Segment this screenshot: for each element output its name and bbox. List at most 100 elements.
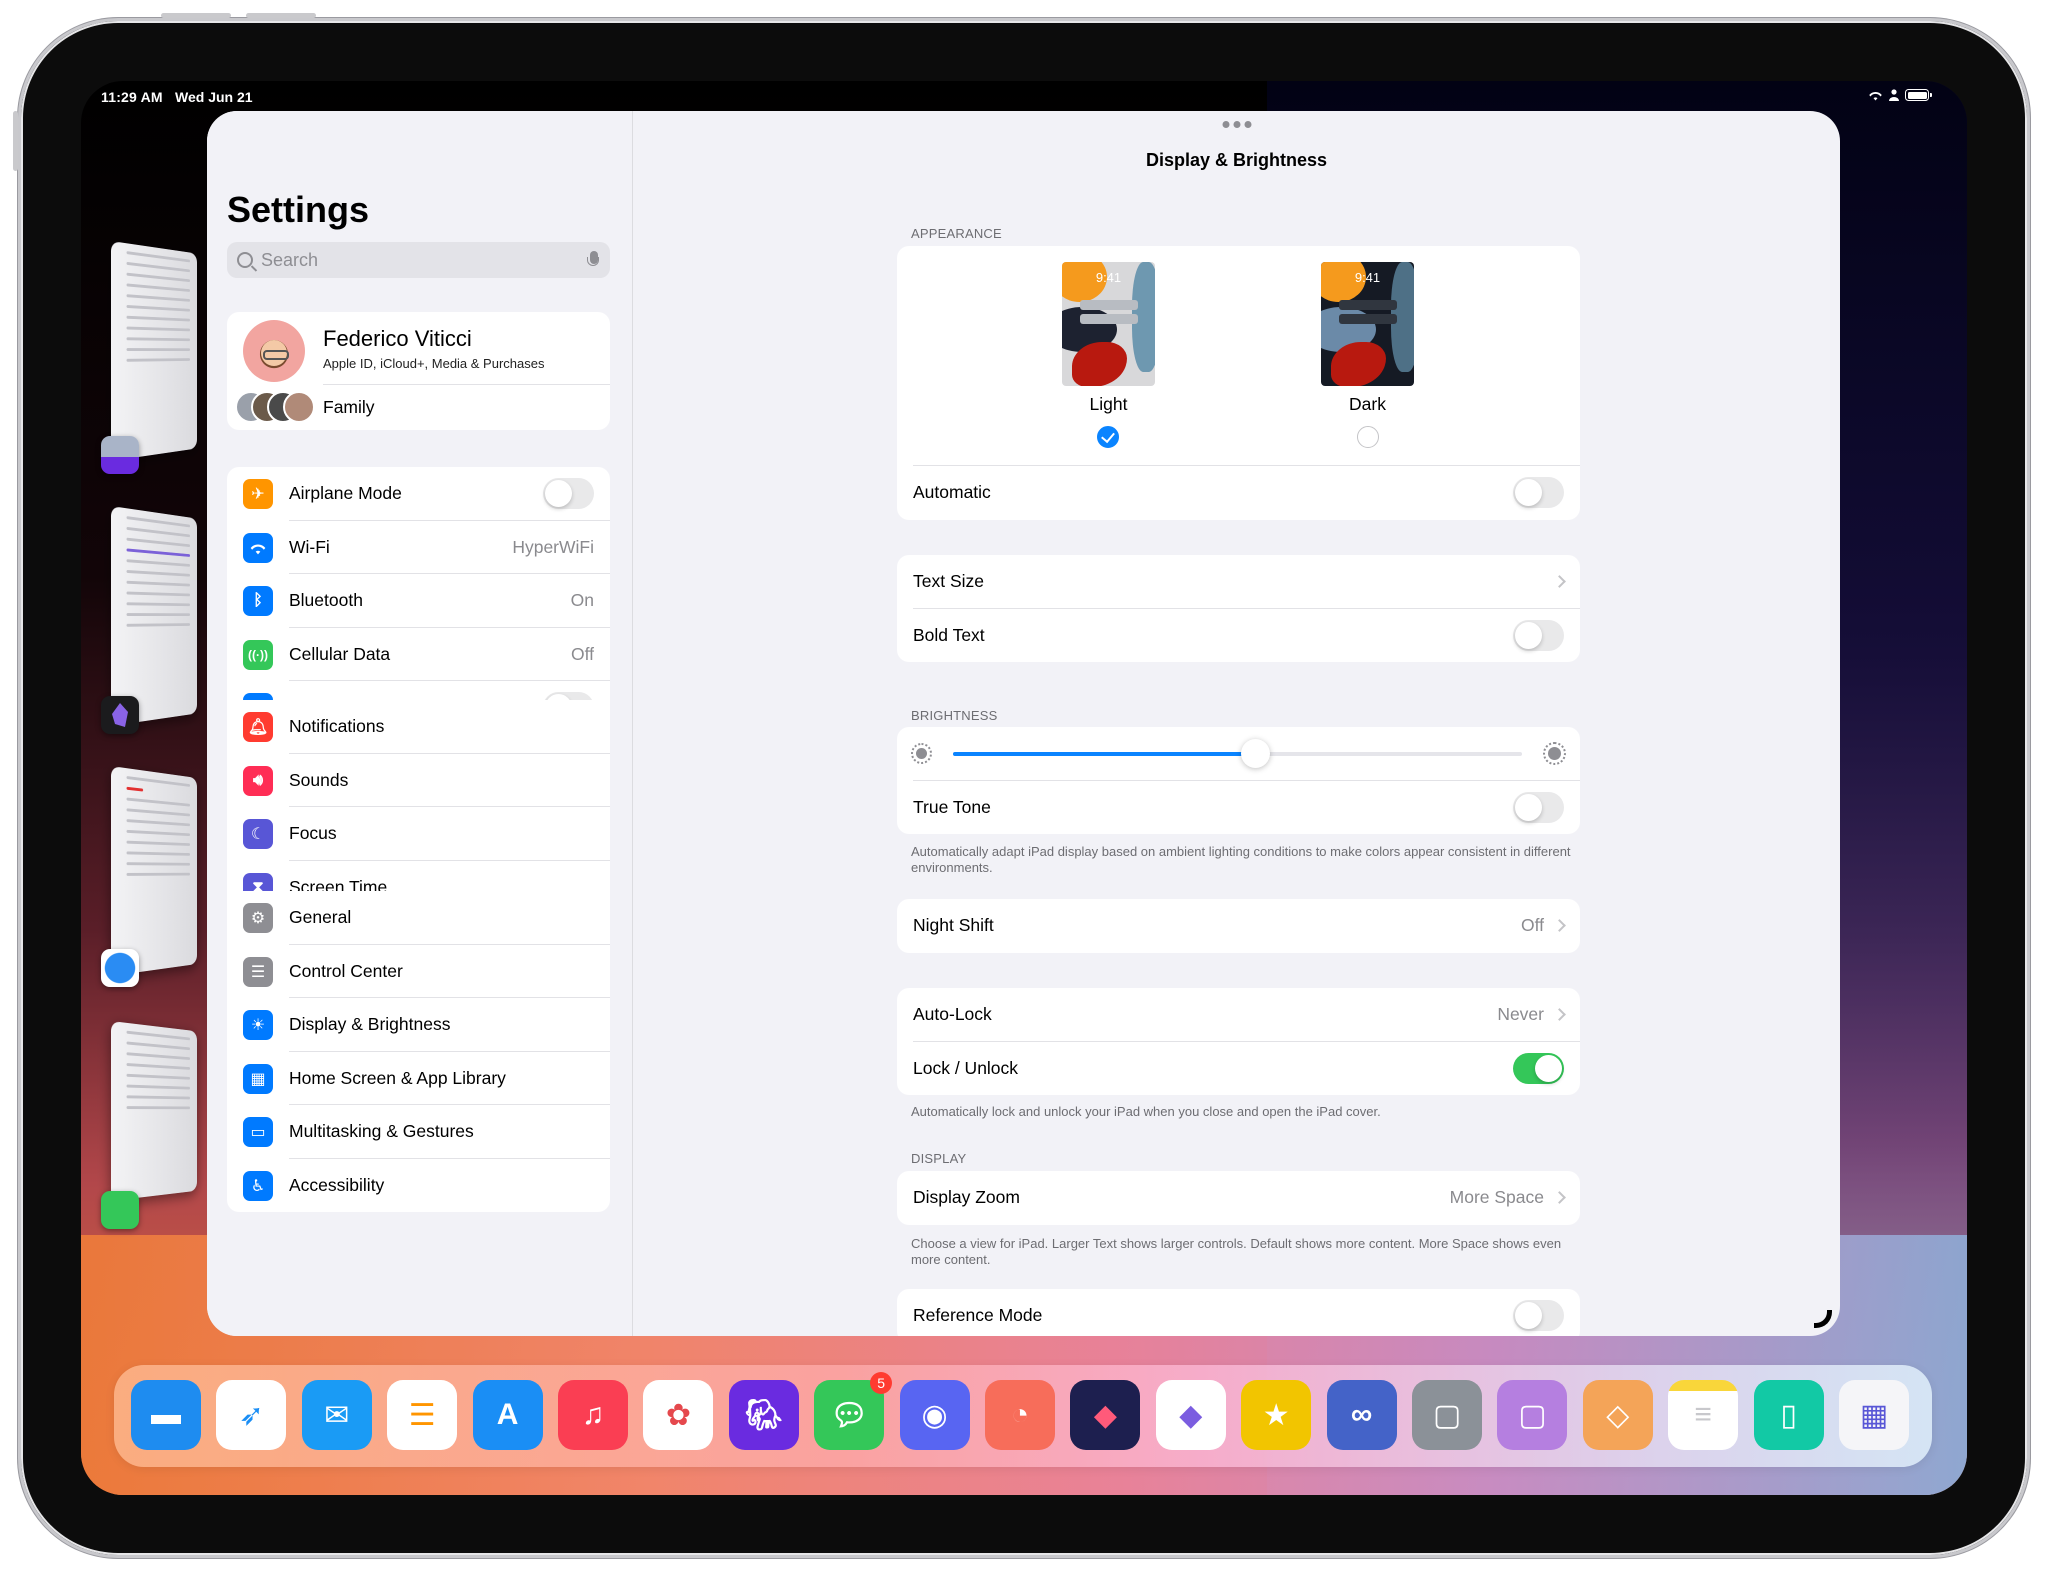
dock-app-display-app[interactable]: ▯ (1753, 1380, 1824, 1450)
crystal-icon[interactable] (101, 696, 139, 734)
dock-app-layers-app[interactable]: ◇ (1582, 1380, 1653, 1450)
section-header-appearance: APPEARANCE (911, 226, 1002, 241)
compass-icon[interactable] (101, 949, 139, 987)
automatic-toggle[interactable] (1513, 477, 1564, 509)
dark-radio[interactable] (1357, 426, 1379, 448)
brightness-card: True Tone (897, 727, 1580, 834)
appearance-card: 9:41 Light 9:41 Dark Automatic (897, 246, 1580, 520)
dock-app-messages[interactable]: 💬︎ (814, 1380, 885, 1450)
text-size-label: Text Size (913, 571, 984, 592)
sidebar-item-accessibility[interactable]: ♿︎ Accessibility (227, 1159, 610, 1213)
dock-app-obsidian[interactable]: ◆ (1155, 1380, 1226, 1450)
lock-card: Auto-Lock Never Lock / Unlock (897, 988, 1580, 1095)
text-size-row[interactable]: Text Size (897, 555, 1580, 609)
light-label: Light (1089, 394, 1128, 414)
app-switcher-card[interactable] (111, 506, 198, 726)
sidebar-item-wifi[interactable]: Wi-Fi HyperWiFi (227, 521, 610, 575)
dock-app-discord[interactable]: ◉ (899, 1380, 970, 1450)
night-shift-row[interactable]: Night Shift Off (897, 899, 1580, 953)
ipad-device: 11:29 AM Wed Jun 21 Settings Search Fede… (13, 13, 2030, 1558)
sidebar-item-general[interactable]: ⚙ General (227, 891, 610, 945)
preview-time: 9:41 (1095, 270, 1122, 285)
dock-app-link-app[interactable]: ∞ (1326, 1380, 1397, 1450)
sidebar-item-bluetooth[interactable]: ᛒ Bluetooth On (227, 574, 610, 628)
display-zoom-row[interactable]: Display Zoom More Space (897, 1171, 1580, 1225)
dock-app-shortcuts[interactable]: ◆ (1070, 1380, 1141, 1450)
brightness-slider[interactable] (953, 752, 1522, 756)
dock-app-notes[interactable]: ≡ (1668, 1380, 1739, 1450)
star-icon: ★ (1262, 1398, 1290, 1432)
dock-app-music[interactable]: ♫ (558, 1380, 628, 1450)
app-switcher-card[interactable] (111, 1021, 198, 1201)
dock-app-timery[interactable]: ◔ (985, 1380, 1055, 1450)
sidebar-item-multitasking[interactable]: ▭ Multitasking & Gestures (227, 1105, 610, 1159)
sidebar-item-airplane-mode[interactable]: ✈ Airplane Mode (227, 467, 610, 521)
dock-app-reminders[interactable]: ☰ (387, 1380, 458, 1450)
auto-lock-row[interactable]: Auto-Lock Never (897, 988, 1580, 1042)
reference-mode-toggle[interactable] (1513, 1300, 1564, 1332)
page-title: Display & Brightness (1145, 150, 1328, 170)
sidebar-item-control-center[interactable]: ☰ Control Center (227, 945, 610, 999)
speech-bubble-icon: 💬︎ (830, 1398, 869, 1432)
speech-bubble-icon[interactable] (101, 1191, 139, 1229)
bold-text-toggle[interactable] (1513, 619, 1564, 651)
sidebar-item-label: Wi-Fi (289, 536, 330, 557)
sidebar-item-sounds[interactable]: 🔊︎ Sounds (227, 754, 610, 808)
dark-mode-preview[interactable]: 9:41 (1321, 262, 1414, 386)
elephant-icon[interactable] (101, 436, 139, 474)
window-resize-handle[interactable] (1814, 1310, 1832, 1328)
light-mode-preview[interactable]: 9:41 (1062, 262, 1155, 386)
appstore-icon: A (496, 1398, 519, 1431)
display-zoom-footnote: Choose a view for iPad. Larger Text show… (911, 1236, 1562, 1267)
gear-icon: ⚙ (243, 903, 273, 933)
wifi-icon (243, 532, 273, 563)
airplane-mode-toggle[interactable] (543, 478, 594, 510)
reference-mode-label: Reference Mode (913, 1305, 1043, 1326)
person-icon (1889, 89, 1899, 101)
search-input[interactable]: Search (227, 242, 610, 278)
family-avatar (283, 391, 315, 423)
music-note-icon: ♫ (581, 1398, 605, 1431)
brightness-slider-knob[interactable] (1240, 739, 1270, 768)
dock-app-photos[interactable]: ✿ (643, 1380, 714, 1450)
accessibility-icon: ♿︎ (243, 1170, 273, 1201)
dock-app-files[interactable]: ▬ (131, 1380, 201, 1450)
family-label: Family (323, 396, 375, 417)
apple-id-row[interactable]: Federico Viticci Apple ID, iCloud+, Medi… (227, 312, 610, 385)
dock-app-mail[interactable]: ✉ (301, 1380, 372, 1450)
sidebar-item-label: Sounds (289, 769, 349, 790)
automatic-row: Automatic (897, 466, 1580, 520)
dock-app-safari[interactable]: ➶ (216, 1380, 287, 1450)
family-row[interactable]: Family (227, 384, 610, 430)
dock-app-screens[interactable]: ▢ (1412, 1380, 1482, 1450)
microphone-icon[interactable] (587, 251, 599, 266)
dock-app-app-store[interactable]: A (472, 1380, 543, 1450)
sidebar-item-display-brightness[interactable]: ☀ Display & Brightness (227, 998, 610, 1052)
dock-app-ivory[interactable]: 🐘︎ (728, 1380, 799, 1450)
true-tone-toggle[interactable] (1513, 791, 1564, 823)
multitasking-icon: ▭ (243, 1117, 273, 1147)
display-zoom-value: More Space (1449, 1187, 1544, 1208)
app-switcher-card[interactable] (111, 241, 198, 461)
sidebar-item-notifications[interactable]: 🔔︎ Notifications (227, 700, 610, 754)
night-shift-label: Night Shift (913, 915, 994, 936)
dock-app-app-library[interactable]: ▦ (1839, 1380, 1909, 1450)
sidebar-item-home-screen[interactable]: ▦ Home Screen & App Library (227, 1052, 610, 1106)
dark-label: Dark (1349, 394, 1386, 414)
notes-icon: ≡ (1694, 1398, 1712, 1431)
shortcuts-icon: ◆ (1093, 1398, 1117, 1432)
sidebar-item-focus[interactable]: ☾ Focus (227, 807, 610, 861)
lock-unlock-toggle[interactable] (1513, 1052, 1564, 1084)
dock-app-screen-app[interactable]: ▢ (1497, 1380, 1568, 1450)
dock-app-goodlinks[interactable]: ★ (1241, 1380, 1312, 1450)
sidebar-title: Settings (227, 189, 370, 230)
light-radio[interactable] (1097, 426, 1119, 448)
multitasking-menu-button[interactable] (1222, 121, 1251, 128)
profile-name: Federico Viticci (323, 326, 472, 351)
sidebar-item-cellular-data[interactable]: ((·)) Cellular Data Off (227, 628, 610, 682)
wifi-value: HyperWiFi (512, 536, 594, 557)
status-bar: 11:29 AM Wed Jun 21 (81, 81, 1967, 111)
app-library-icon: ▦ (1859, 1398, 1889, 1432)
display-zoom-card: Display Zoom More Space (897, 1171, 1580, 1225)
app-switcher-card[interactable] (111, 766, 198, 976)
